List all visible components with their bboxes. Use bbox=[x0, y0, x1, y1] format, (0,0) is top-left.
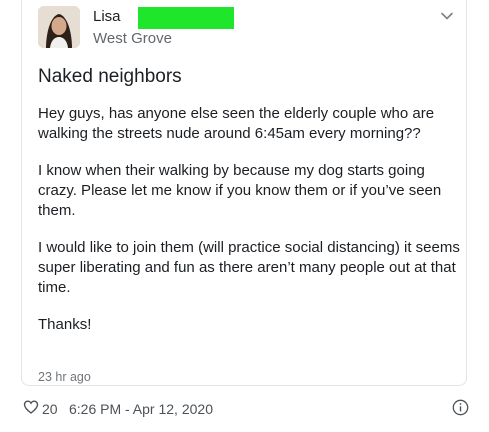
heart-icon[interactable] bbox=[23, 399, 39, 415]
post-card: Lisa West Grove Naked neighbors Hey guys… bbox=[21, 0, 467, 386]
avatar-photo bbox=[38, 6, 80, 48]
post-paragraph: I know when their walking by because my … bbox=[38, 162, 442, 219]
chevron-down-icon[interactable] bbox=[440, 9, 454, 23]
post-paragraph: I would like to join them (will practice… bbox=[38, 239, 460, 296]
author-location: West Grove bbox=[93, 30, 172, 47]
avatar[interactable] bbox=[38, 6, 80, 48]
post-title: Naked neighbors bbox=[38, 66, 182, 87]
tweet-footer: 20 6:26 PM - Apr 12, 2020 bbox=[0, 398, 489, 420]
info-icon[interactable] bbox=[452, 399, 469, 416]
post-body: Hey guys, has anyone else seen the elder… bbox=[38, 104, 463, 352]
redaction-block bbox=[138, 7, 234, 29]
post-paragraph: Hey guys, has anyone else seen the elder… bbox=[38, 105, 435, 142]
author-name[interactable]: Lisa bbox=[93, 8, 121, 25]
post-timestamp: 23 hr ago bbox=[38, 370, 91, 384]
like-count[interactable]: 20 bbox=[42, 401, 58, 417]
post-paragraph: Thanks! bbox=[38, 316, 92, 333]
tweet-datetime[interactable]: 6:26 PM - Apr 12, 2020 bbox=[69, 401, 213, 417]
